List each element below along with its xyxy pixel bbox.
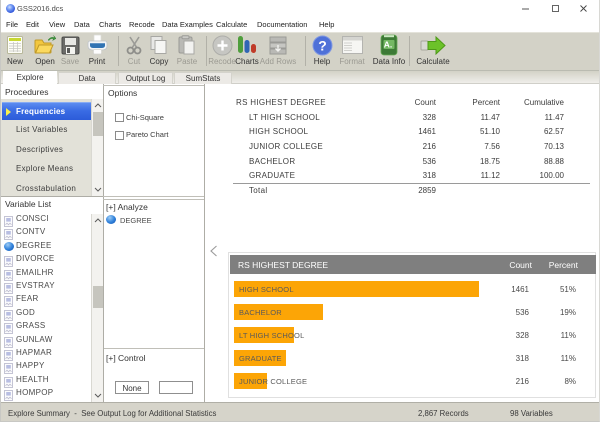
svg-text:A.: A. bbox=[384, 40, 393, 50]
svg-text:?: ? bbox=[318, 37, 327, 53]
